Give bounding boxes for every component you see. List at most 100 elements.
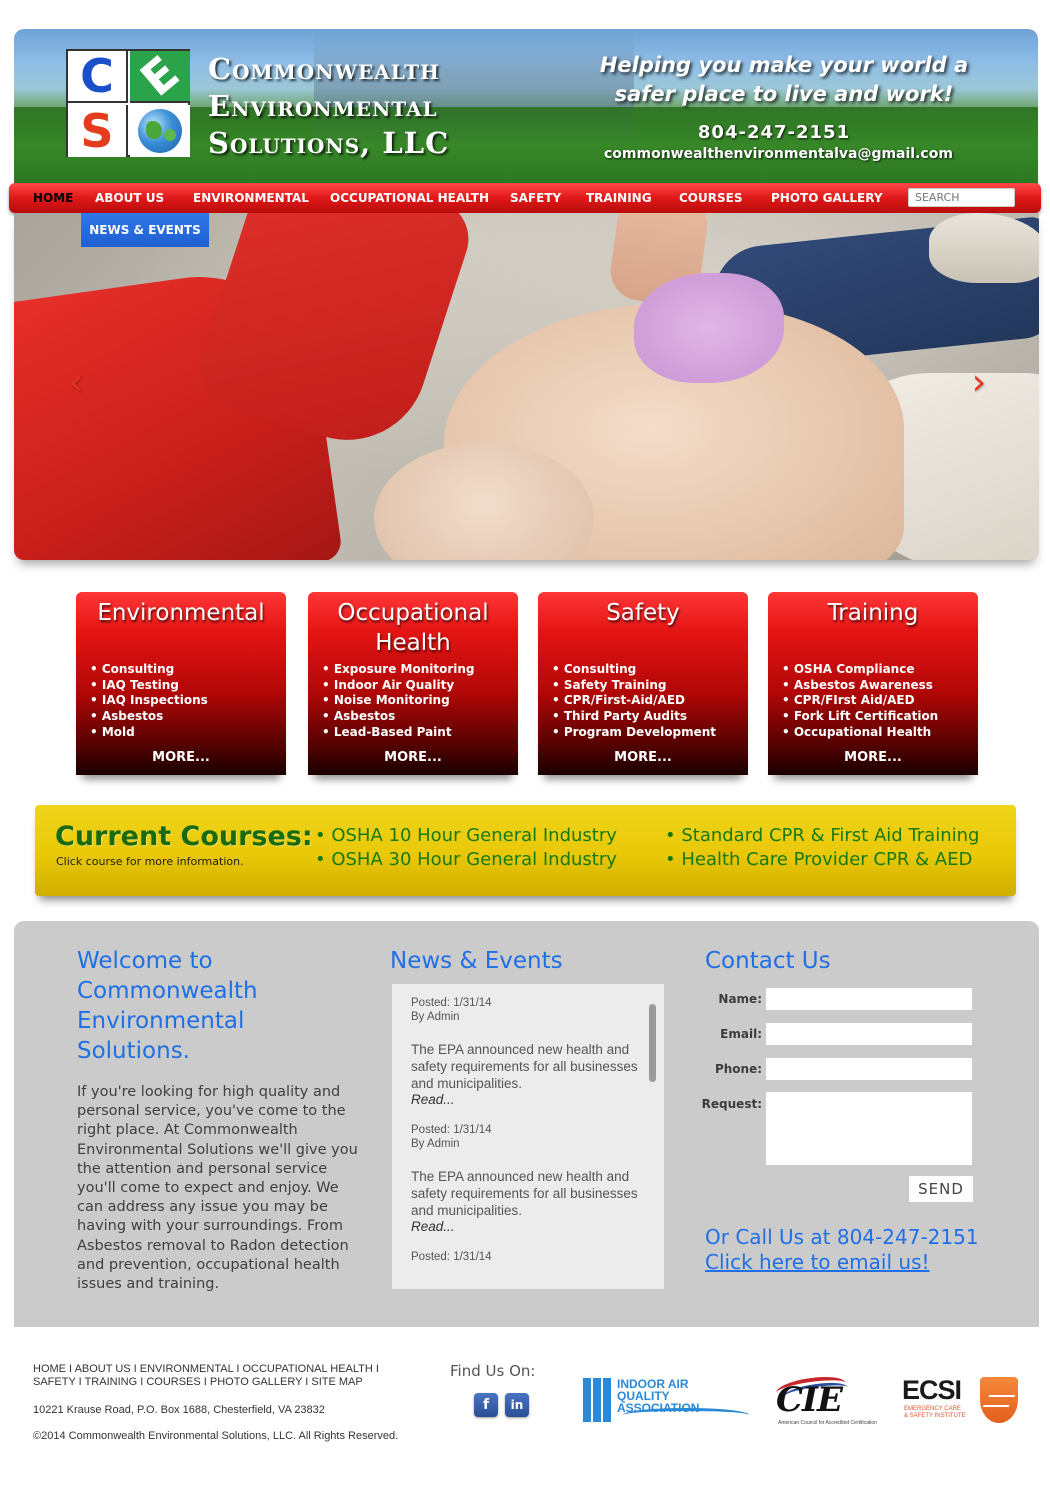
- welcome-heading-line: Environmental: [77, 1008, 245, 1034]
- send-button[interactable]: SEND: [909, 1176, 973, 1202]
- ecsi-logo[interactable]: ECSI EMERGENCY CARE & SAFETY INSTITUTE: [900, 1375, 1020, 1427]
- footer-separator: I: [137, 1376, 147, 1388]
- linkedin-icon[interactable]: in: [505, 1393, 529, 1417]
- service-title: Environmental: [97, 600, 265, 626]
- footer-nav-row-2: SAFETY I TRAINING I COURSES I PHOTO GALL…: [33, 1376, 413, 1389]
- main-nav: HOME ABOUT US ENVIRONMENTAL OCCUPATIONAL…: [9, 183, 1041, 213]
- news-read-link[interactable]: Read...: [411, 1219, 641, 1234]
- welcome-text: If you're looking for high quality and p…: [77, 1084, 358, 1293]
- tagline-line-1: Helping you make your world a: [599, 53, 969, 77]
- service-list: • OSHA Compliance • Asbestos Awareness •…: [782, 662, 938, 741]
- nav-training[interactable]: TRAINING: [586, 183, 652, 213]
- footer-separator: I: [75, 1376, 85, 1388]
- subnav-news-events[interactable]: NEWS & EVENTS: [81, 213, 209, 247]
- course-link-osha-30[interactable]: • OSHA 30 Hour General Industry: [315, 849, 617, 870]
- welcome-heading-line: Commonwealth: [77, 978, 258, 1004]
- footer-separator: I: [66, 1363, 75, 1375]
- iaqa-logo[interactable]: INDOOR AIR QUALITY ASSOCIATION: [583, 1378, 753, 1424]
- nav-about-us[interactable]: ABOUT US: [95, 183, 164, 213]
- courses-subtitle: Click course for more information.: [56, 855, 244, 868]
- service-list-item: • CPR/First-Aid/AED: [552, 693, 685, 708]
- tagline-line-2: safer place to live and work!: [614, 82, 954, 106]
- service-box-safety[interactable]: Safety • Consulting • Safety Training • …: [538, 592, 748, 775]
- footer-link-occupational-health[interactable]: OCCUPATIONAL HEALTH: [242, 1363, 372, 1375]
- nav-occupational-health[interactable]: OCCUPATIONAL HEALTH: [330, 183, 489, 213]
- footer-separator: I: [372, 1363, 379, 1375]
- header-email-link[interactable]: commonwealthenvironmentalva@gmail.com: [604, 146, 953, 162]
- more-link[interactable]: MORE...: [76, 750, 286, 765]
- email-us-link[interactable]: Click here to email us!: [705, 1250, 930, 1274]
- course-link-healthcare-cpr[interactable]: • Health Care Provider CPR & AED: [665, 849, 972, 870]
- phone-field[interactable]: [766, 1058, 972, 1080]
- service-box-environmental[interactable]: Environmental • Consulting • IAQ Testing…: [76, 592, 286, 775]
- more-link[interactable]: MORE...: [308, 750, 518, 765]
- request-label: Request:: [701, 1097, 762, 1111]
- nav-photo-gallery[interactable]: PHOTO GALLERY: [771, 183, 883, 213]
- footer-separator: I: [130, 1363, 140, 1375]
- service-box-training[interactable]: Training • OSHA Compliance • Asbestos Aw…: [768, 592, 978, 775]
- phone-label: Phone:: [714, 1062, 762, 1076]
- service-box-occupational-health[interactable]: Occupational Health • Exposure Monitorin…: [308, 592, 518, 775]
- service-list-item: • IAQ Testing: [90, 677, 179, 692]
- footer-nav: HOME I ABOUT US I ENVIRONMENTAL I OCCUPA…: [33, 1363, 413, 1389]
- service-list-item: • Consulting: [552, 662, 637, 676]
- footer-link-about-us[interactable]: ABOUT US: [75, 1363, 131, 1375]
- email-label: Email:: [720, 1027, 762, 1041]
- contact-heading: Contact Us: [705, 948, 831, 974]
- news-scrollbar[interactable]: [649, 1004, 656, 1082]
- service-list-item: • Lead-Based Paint: [322, 724, 452, 739]
- service-list-item: • IAQ Inspections: [90, 693, 208, 708]
- service-list: • Consulting • Safety Training • CPR/Fir…: [552, 662, 716, 741]
- service-title: Safety: [606, 600, 680, 626]
- service-list-item: • OSHA Compliance: [782, 662, 915, 676]
- cie-logo[interactable]: CIE American Council for Accredited Cert…: [770, 1373, 877, 1428]
- facebook-icon[interactable]: f: [474, 1393, 498, 1417]
- header-banner: C E S Commonwealth Environmental Solutio…: [14, 29, 1038, 185]
- name-label: Name:: [718, 992, 762, 1006]
- nav-home[interactable]: HOME: [33, 183, 73, 213]
- chevron-right-icon[interactable]: ›: [967, 361, 991, 405]
- news-posted: Posted: 1/31/14: [411, 1124, 492, 1136]
- ecsi-line: & SAFETY INSTITUTE: [904, 1413, 966, 1419]
- footer-link-safety[interactable]: SAFETY: [33, 1376, 76, 1388]
- news-heading: News & Events: [390, 948, 563, 974]
- course-link-standard-cpr[interactable]: • Standard CPR & First Aid Training: [665, 825, 979, 846]
- footer-nav-row-1: HOME I ABOUT US I ENVIRONMENTAL I OCCUPA…: [33, 1363, 413, 1376]
- footer-link-courses[interactable]: COURSES: [146, 1376, 200, 1388]
- news-read-link[interactable]: Read...: [411, 1092, 641, 1107]
- service-list-item: • Asbestos: [322, 709, 396, 724]
- news-posted: Posted: 1/31/14: [411, 997, 492, 1009]
- footer-link-environmental[interactable]: ENVIRONMENTAL: [140, 1363, 234, 1375]
- news-author: By Admin: [411, 1011, 460, 1023]
- info-panel: Welcome to Commonwealth Environmental So…: [14, 921, 1039, 1327]
- course-link-osha-10[interactable]: • OSHA 10 Hour General Industry: [315, 825, 617, 846]
- service-list-item: • CPR/FIrst Aid/AED: [782, 693, 915, 708]
- footer-address: 10221 Krause Road, P.O. Box 1688, Cheste…: [33, 1404, 325, 1416]
- service-list-item: • Noise Monitoring: [322, 693, 450, 708]
- logo-letter-e-text: E: [130, 45, 190, 107]
- iaqa-logo-mark: [583, 1378, 613, 1422]
- search-input[interactable]: [908, 188, 1015, 207]
- company-logo[interactable]: C E S: [66, 45, 190, 158]
- footer-link-site-map[interactable]: SITE MAP: [311, 1376, 362, 1388]
- company-name-line-3: Solutions, LLC: [208, 126, 450, 160]
- footer-link-photo-gallery[interactable]: PHOTO GALLERY: [210, 1376, 302, 1388]
- ecsi-shield-icon: [980, 1377, 1018, 1423]
- gloved-hands-image: [634, 273, 784, 383]
- nav-environmental[interactable]: ENVIRONMENTAL: [193, 183, 309, 213]
- name-field[interactable]: [766, 988, 972, 1010]
- nav-courses[interactable]: COURSES: [679, 183, 742, 213]
- email-field[interactable]: [766, 1023, 972, 1045]
- footer-link-home[interactable]: HOME: [33, 1363, 66, 1375]
- more-link[interactable]: MORE...: [768, 750, 978, 765]
- request-field[interactable]: [766, 1092, 972, 1165]
- logo-letter-s: S: [68, 104, 128, 158]
- header-phone: 804-247-2151: [697, 122, 851, 143]
- service-list-item: • Asbestos Awareness: [782, 677, 933, 692]
- more-link[interactable]: MORE...: [538, 750, 748, 765]
- service-list-item: • Asbestos: [90, 709, 164, 724]
- nav-safety[interactable]: SAFETY: [510, 183, 561, 213]
- footer-link-training[interactable]: TRAINING: [85, 1376, 138, 1388]
- chevron-left-icon[interactable]: ‹: [64, 361, 88, 405]
- news-feed[interactable]: Posted: 1/31/14 By Admin The EPA announc…: [392, 984, 664, 1289]
